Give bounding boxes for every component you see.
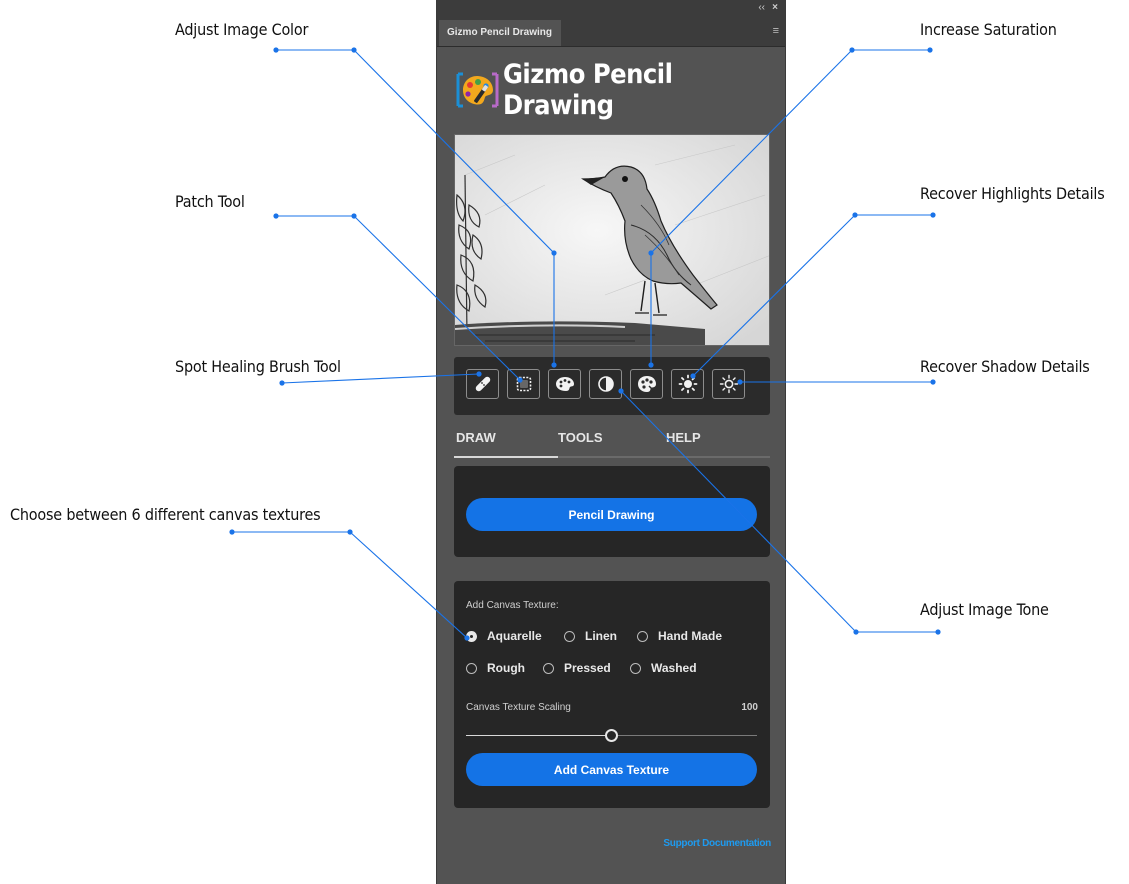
panel-tab-row: Gizmo Pencil Drawing ≡ [437,18,785,47]
support-documentation-link[interactable]: Support Documentation [663,838,771,849]
active-tab-indicator [454,456,558,458]
panel-menu-icon[interactable]: ≡ [773,26,779,37]
tab-draw[interactable]: DRAW [456,430,496,445]
tools-toolbar [454,357,770,415]
canvas-texture-label: Add Canvas Texture: [466,600,559,611]
callout-adjust-image-tone: Adjust Image Tone [920,600,1049,619]
tab-tools[interactable]: TOOLS [558,430,603,445]
palette-icon [555,377,574,391]
contrast-icon [597,376,614,392]
radio-checked-icon [466,630,477,642]
scaling-slider-track[interactable] [617,735,757,736]
adjust-image-tone-button[interactable] [589,369,622,399]
adjust-image-color-button[interactable] [548,369,581,399]
radio-hand-made[interactable]: Hand Made [637,629,722,643]
increase-saturation-button[interactable] [630,369,663,399]
patch-tool-button[interactable] [507,369,540,399]
saturation-icon [637,376,656,392]
radio-unchecked-icon [466,662,477,674]
add-canvas-texture-button[interactable]: Add Canvas Texture [466,753,757,786]
recover-shadows-button[interactable] [712,369,745,399]
radio-unchecked-icon [564,630,575,642]
callout-patch-tool: Patch Tool [175,192,245,211]
radio-aquarelle[interactable]: Aquarelle [466,629,542,643]
radio-unchecked-icon [630,662,641,674]
scaling-slider-thumb[interactable] [605,729,618,742]
highlight-sun-icon [678,374,697,394]
preview-image [454,134,770,346]
logo-title: Gizmo Pencil Drawing [503,59,673,121]
radio-label: Pressed [564,661,611,675]
radio-label: Linen [585,629,617,643]
panel-title-bar: ‹‹ × [437,0,785,18]
callout-recover-shadows: Recover Shadow Details [920,357,1090,376]
recover-highlights-button[interactable] [671,369,704,399]
brand-logo: Gizmo Pencil Drawing [455,59,785,121]
radio-label: Rough [487,661,525,675]
callout-spot-healing-brush: Spot Healing Brush Tool [175,357,341,376]
collapse-panel-icon[interactable]: ‹‹ [758,2,765,14]
tab-help[interactable]: HELP [666,430,701,445]
radio-washed[interactable]: Washed [630,661,697,675]
texture-scaling-value: 100 [741,702,758,713]
patch-icon [516,376,531,392]
radio-label: Hand Made [658,629,723,643]
radio-linen[interactable]: Linen [564,629,617,643]
callout-canvas-textures: Choose between 6 different canvas textur… [10,505,321,524]
bandage-icon [475,376,490,392]
radio-label: Aquarelle [487,629,542,643]
radio-unchecked-icon [637,630,648,642]
radio-unchecked-icon [543,662,554,674]
callout-recover-highlights: Recover Highlights Details [920,184,1105,203]
spot-healing-brush-button[interactable] [466,369,499,399]
radio-pressed[interactable]: Pressed [543,661,611,675]
plugin-panel: ‹‹ × Gizmo Pencil Drawing ≡ Gizmo Pencil… [436,0,786,884]
panel-tab-gizmo[interactable]: Gizmo Pencil Drawing [439,20,561,46]
scaling-slider-fill[interactable] [466,735,606,736]
texture-scaling-label: Canvas Texture Scaling [466,702,571,713]
callout-increase-saturation: Increase Saturation [920,20,1057,39]
callout-adjust-image-color: Adjust Image Color [175,20,309,39]
canvas-texture-card: Add Canvas Texture: Aquarelle Linen Hand… [454,581,770,808]
palette-logo-icon [455,70,499,110]
radio-rough[interactable]: Rough [466,661,525,675]
close-panel-icon[interactable]: × [772,2,778,14]
pencil-drawing-button[interactable]: Pencil Drawing [466,498,757,531]
shadow-sun-icon [719,374,738,394]
main-tabs: DRAW TOOLS HELP [454,430,770,458]
draw-card: Pencil Drawing [454,466,770,557]
radio-label: Washed [651,661,697,675]
